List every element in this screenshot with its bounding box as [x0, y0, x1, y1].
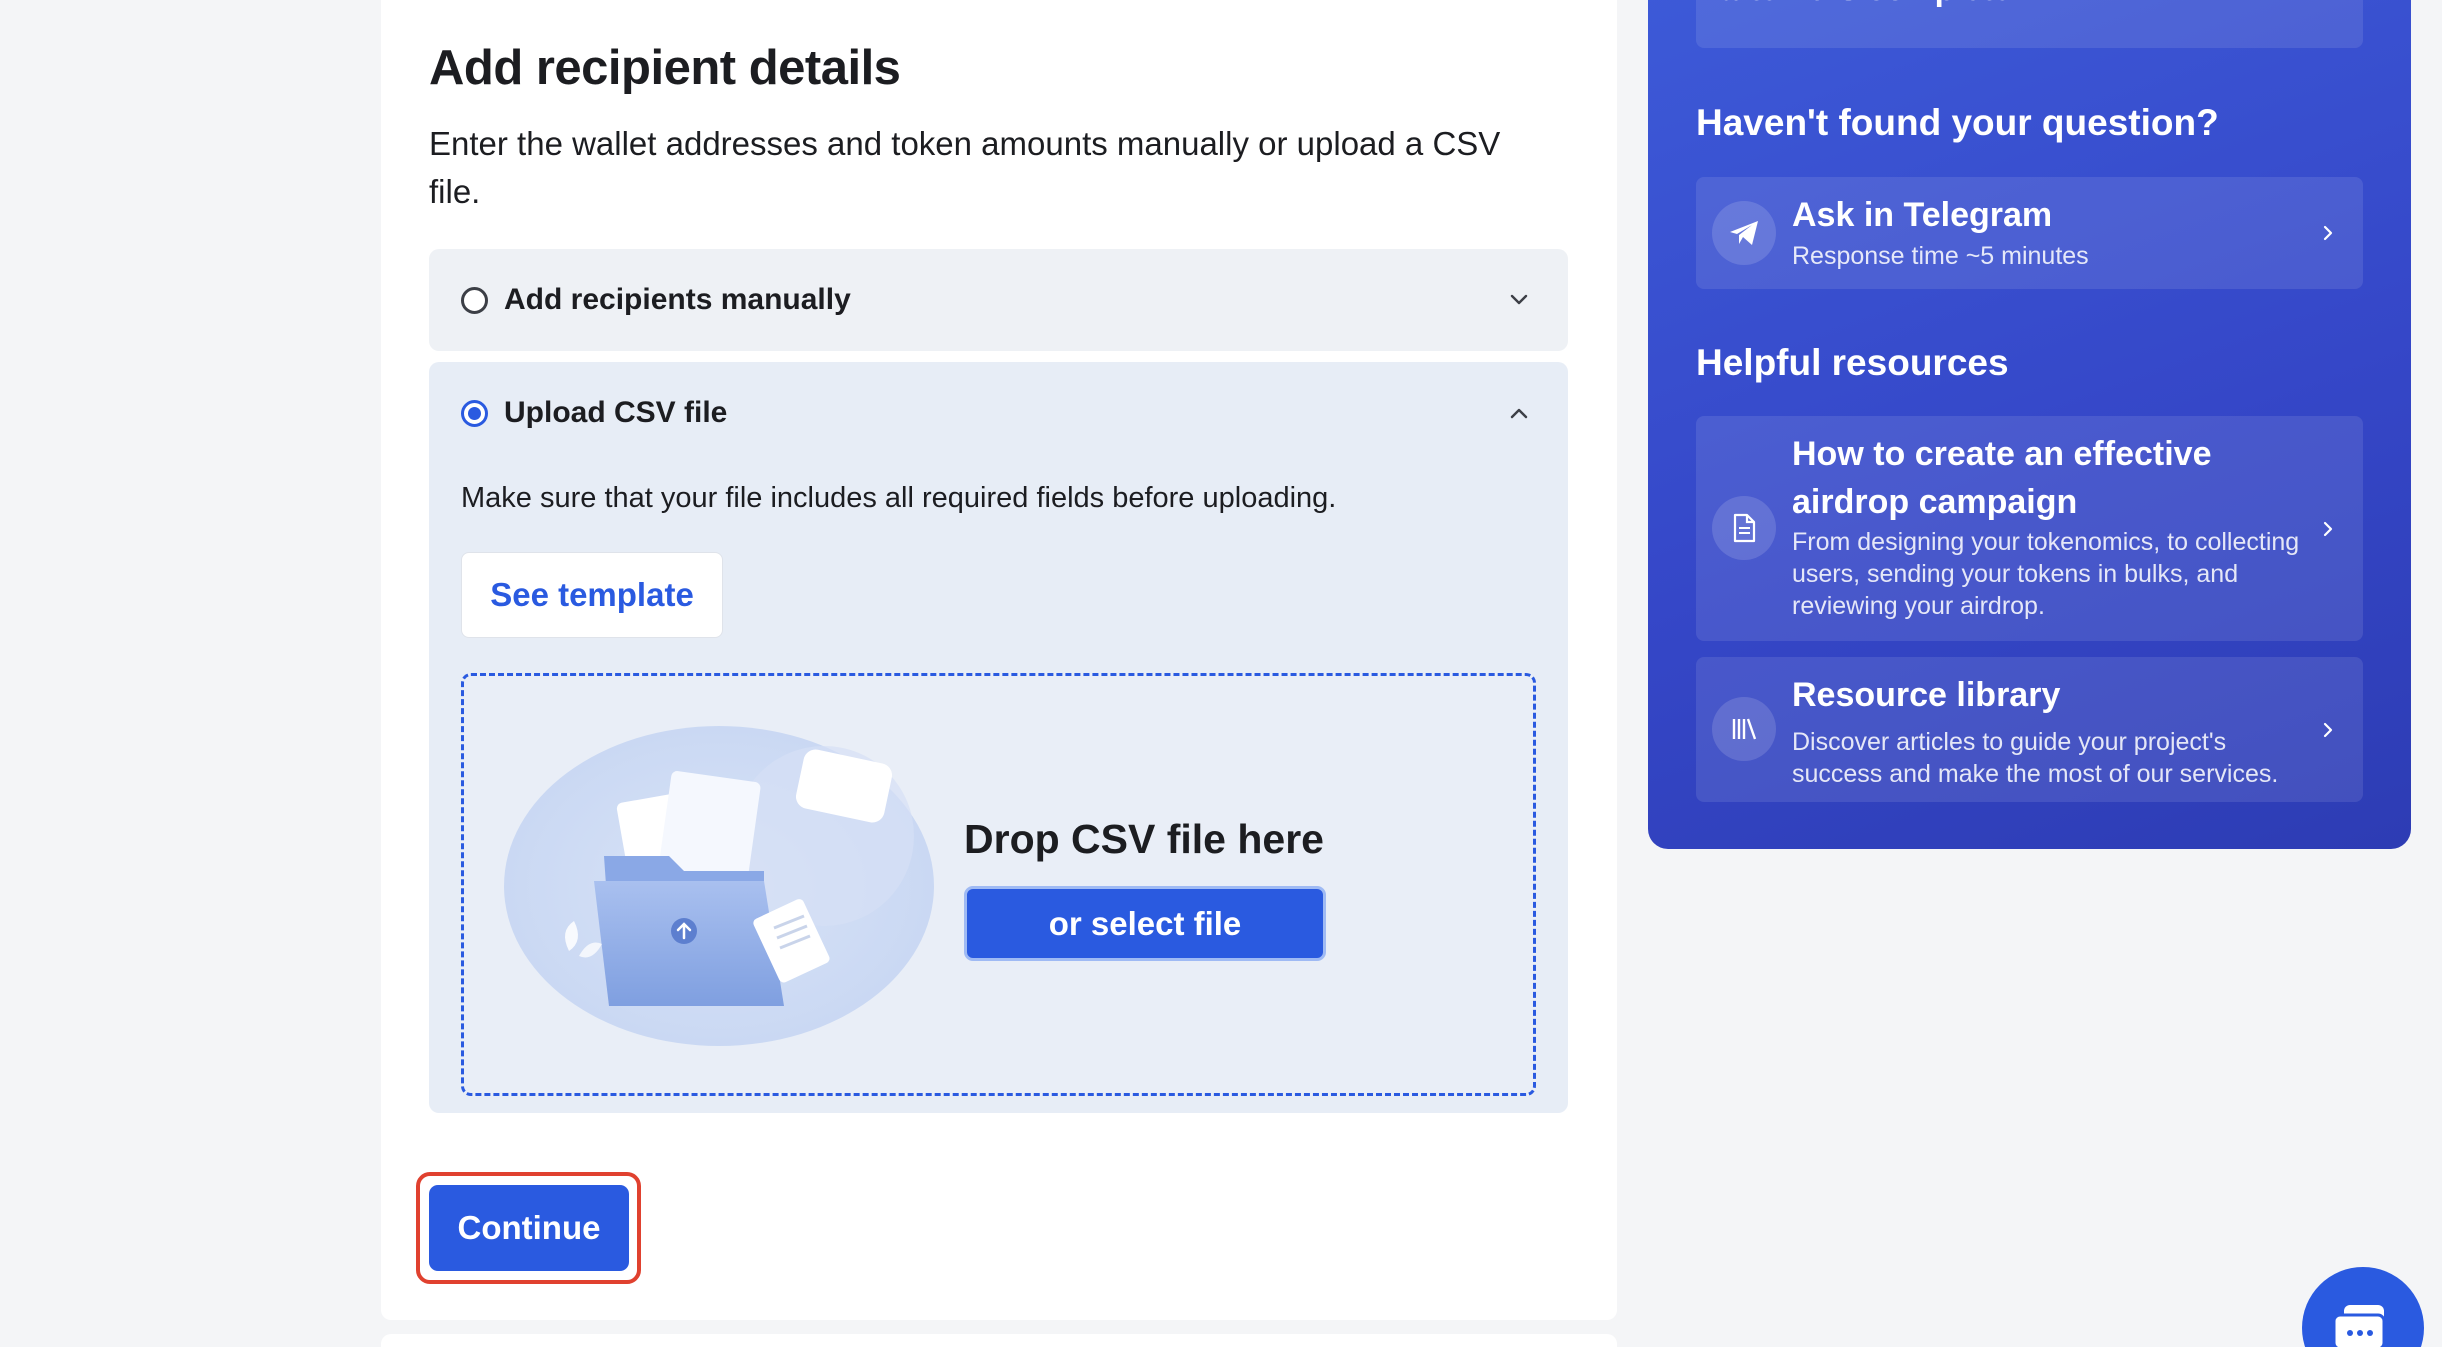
faq-item-label: after it is complete? [1720, 0, 2032, 8]
document-icon [1712, 496, 1776, 560]
chat-button[interactable] [2302, 1267, 2424, 1347]
resources-heading: Helpful resources [1696, 342, 2009, 383]
chat-bubble-icon [2332, 1305, 2386, 1347]
dropzone-title: Drop CSV file here [964, 816, 1324, 862]
resource-desc: From designing your tokenomics, to colle… [1792, 528, 2300, 620]
chevron-right-icon [2323, 722, 2333, 737]
resource-card-library[interactable]: Resource library Discover articles to gu… [1696, 657, 2363, 802]
option-upload-csv: Upload CSV file Make sure that your file… [429, 362, 1568, 1113]
folder-upload-illustration [504, 726, 934, 1046]
page-subtitle: Enter the wallet addresses and token amo… [429, 125, 1501, 210]
question-heading: Haven't found your question? [1696, 102, 2219, 143]
ask-telegram-desc: Response time ~5 minutes [1792, 242, 2089, 270]
option-upload-csv-label: Upload CSV file [504, 396, 728, 429]
option-add-manually-header[interactable]: Add recipients manually [429, 249, 1568, 351]
faq-item[interactable]: after it is complete? [1696, 0, 2363, 48]
radio-add-manually[interactable] [461, 286, 488, 314]
chevron-right-icon [2323, 521, 2333, 536]
page-title: Add recipient details [429, 41, 901, 95]
continue-button[interactable]: Continue [429, 1185, 629, 1271]
paper-plane-icon [1712, 201, 1776, 265]
ask-telegram-card[interactable]: Ask in Telegram Response time ~5 minutes [1696, 177, 2363, 289]
csv-dropzone[interactable]: Drop CSV file here or select file [461, 673, 1536, 1096]
chevron-down-icon[interactable] [1508, 289, 1530, 311]
option-add-manually: Add recipients manually [429, 249, 1568, 351]
chevron-right-icon [2323, 225, 2333, 241]
ask-telegram-title: Ask in Telegram [1792, 196, 2053, 234]
library-icon [1712, 697, 1776, 761]
radio-upload-csv[interactable] [461, 399, 488, 427]
select-file-button[interactable]: or select file [964, 886, 1326, 961]
resource-card-airdrop-campaign[interactable]: How to create an effective airdrop campa… [1696, 416, 2363, 641]
csv-requirements-note: Make sure that your file includes all re… [461, 482, 1337, 514]
option-upload-csv-header[interactable]: Upload CSV file [429, 362, 1568, 464]
resource-title: How to create an effective airdrop campa… [1792, 435, 2212, 521]
option-add-manually-label: Add recipients manually [504, 283, 851, 316]
see-template-button[interactable]: See template [461, 552, 723, 638]
next-section-card [381, 1334, 1617, 1347]
resource-desc: Discover articles to guide your project'… [1792, 728, 2279, 788]
resource-title: Resource library [1792, 676, 2061, 714]
chevron-up-icon[interactable] [1508, 402, 1530, 424]
page: Add recipient details Enter the wallet a… [0, 0, 2442, 1347]
